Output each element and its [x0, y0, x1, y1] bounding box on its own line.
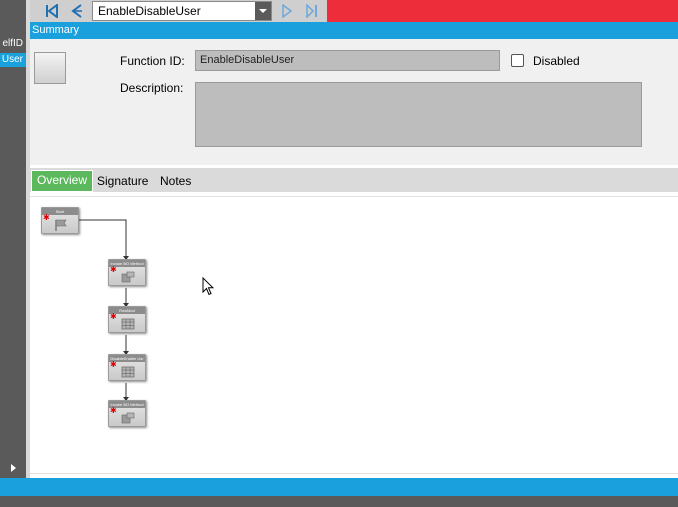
- tab-overview[interactable]: Overview: [31, 170, 94, 192]
- invoke-method-icon: [121, 271, 135, 286]
- nav-item-selected[interactable]: User: [0, 53, 26, 67]
- function-select-value: EnableDisableUser: [98, 4, 201, 18]
- toolbar-nav-area: EnableDisableUser: [30, 0, 327, 22]
- workflow-canvas[interactable]: Start ✱ Invoke BO Method ✱ RowMod ✱ Disa…: [30, 196, 678, 474]
- required-marker-icon: ✱: [43, 213, 50, 222]
- flow-node-disable-enable-user[interactable]: DisableEnable Usr ✱: [108, 354, 146, 381]
- chevron-down-icon[interactable]: [255, 2, 271, 20]
- function-icon: [34, 52, 66, 84]
- bottom-frame: [0, 496, 678, 507]
- toolbar: EnableDisableUser: [30, 0, 678, 22]
- function-id-field[interactable]: EnableDisableUser: [195, 50, 500, 71]
- function-id-label: Function ID:: [120, 54, 185, 68]
- required-marker-icon: ✱: [110, 312, 117, 321]
- summary-header: Summary: [30, 22, 678, 39]
- summary-title: Summary: [32, 24, 80, 36]
- description-field[interactable]: [195, 82, 642, 147]
- app-window: elfID User EnableDisableUser Summary Fun…: [0, 0, 678, 507]
- nav-item[interactable]: elfID: [0, 37, 26, 51]
- tab-notes[interactable]: Notes: [160, 171, 191, 191]
- left-nav-panel: elfID User: [0, 0, 26, 478]
- previous-icon[interactable]: [67, 1, 87, 21]
- flow-node-invoke-bo-method-2[interactable]: Invoke BO Method ✱: [108, 400, 146, 427]
- flow-node-invoke-bo-method[interactable]: Invoke BO Method ✱: [108, 259, 146, 286]
- table-icon: [121, 366, 135, 381]
- flag-icon: [54, 219, 68, 234]
- table-icon: [121, 318, 135, 333]
- first-record-icon[interactable]: [42, 1, 62, 21]
- tab-signature[interactable]: Signature: [97, 171, 148, 191]
- description-label: Description:: [120, 81, 184, 95]
- tab-strip: Overview Signature Notes: [30, 168, 678, 192]
- status-bar: [0, 478, 678, 496]
- connector-lines: [79, 219, 129, 401]
- function-select[interactable]: EnableDisableUser: [92, 1, 272, 21]
- flow-node-rowmod[interactable]: RowMod ✱: [108, 306, 146, 333]
- disabled-label: Disabled: [533, 54, 580, 68]
- last-record-icon[interactable]: [302, 1, 322, 21]
- invoke-method-icon: [121, 412, 135, 427]
- flow-node-start[interactable]: Start ✱: [41, 207, 79, 234]
- required-marker-icon: ✱: [110, 265, 117, 274]
- required-marker-icon: ✱: [110, 360, 117, 369]
- required-marker-icon: ✱: [110, 406, 117, 415]
- next-icon[interactable]: [277, 1, 297, 21]
- disabled-checkbox[interactable]: [511, 54, 524, 67]
- summary-panel: Function ID: EnableDisableUser Disabled …: [30, 39, 678, 165]
- expand-arrow-icon[interactable]: [11, 464, 16, 472]
- mouse-cursor-icon: [202, 276, 215, 299]
